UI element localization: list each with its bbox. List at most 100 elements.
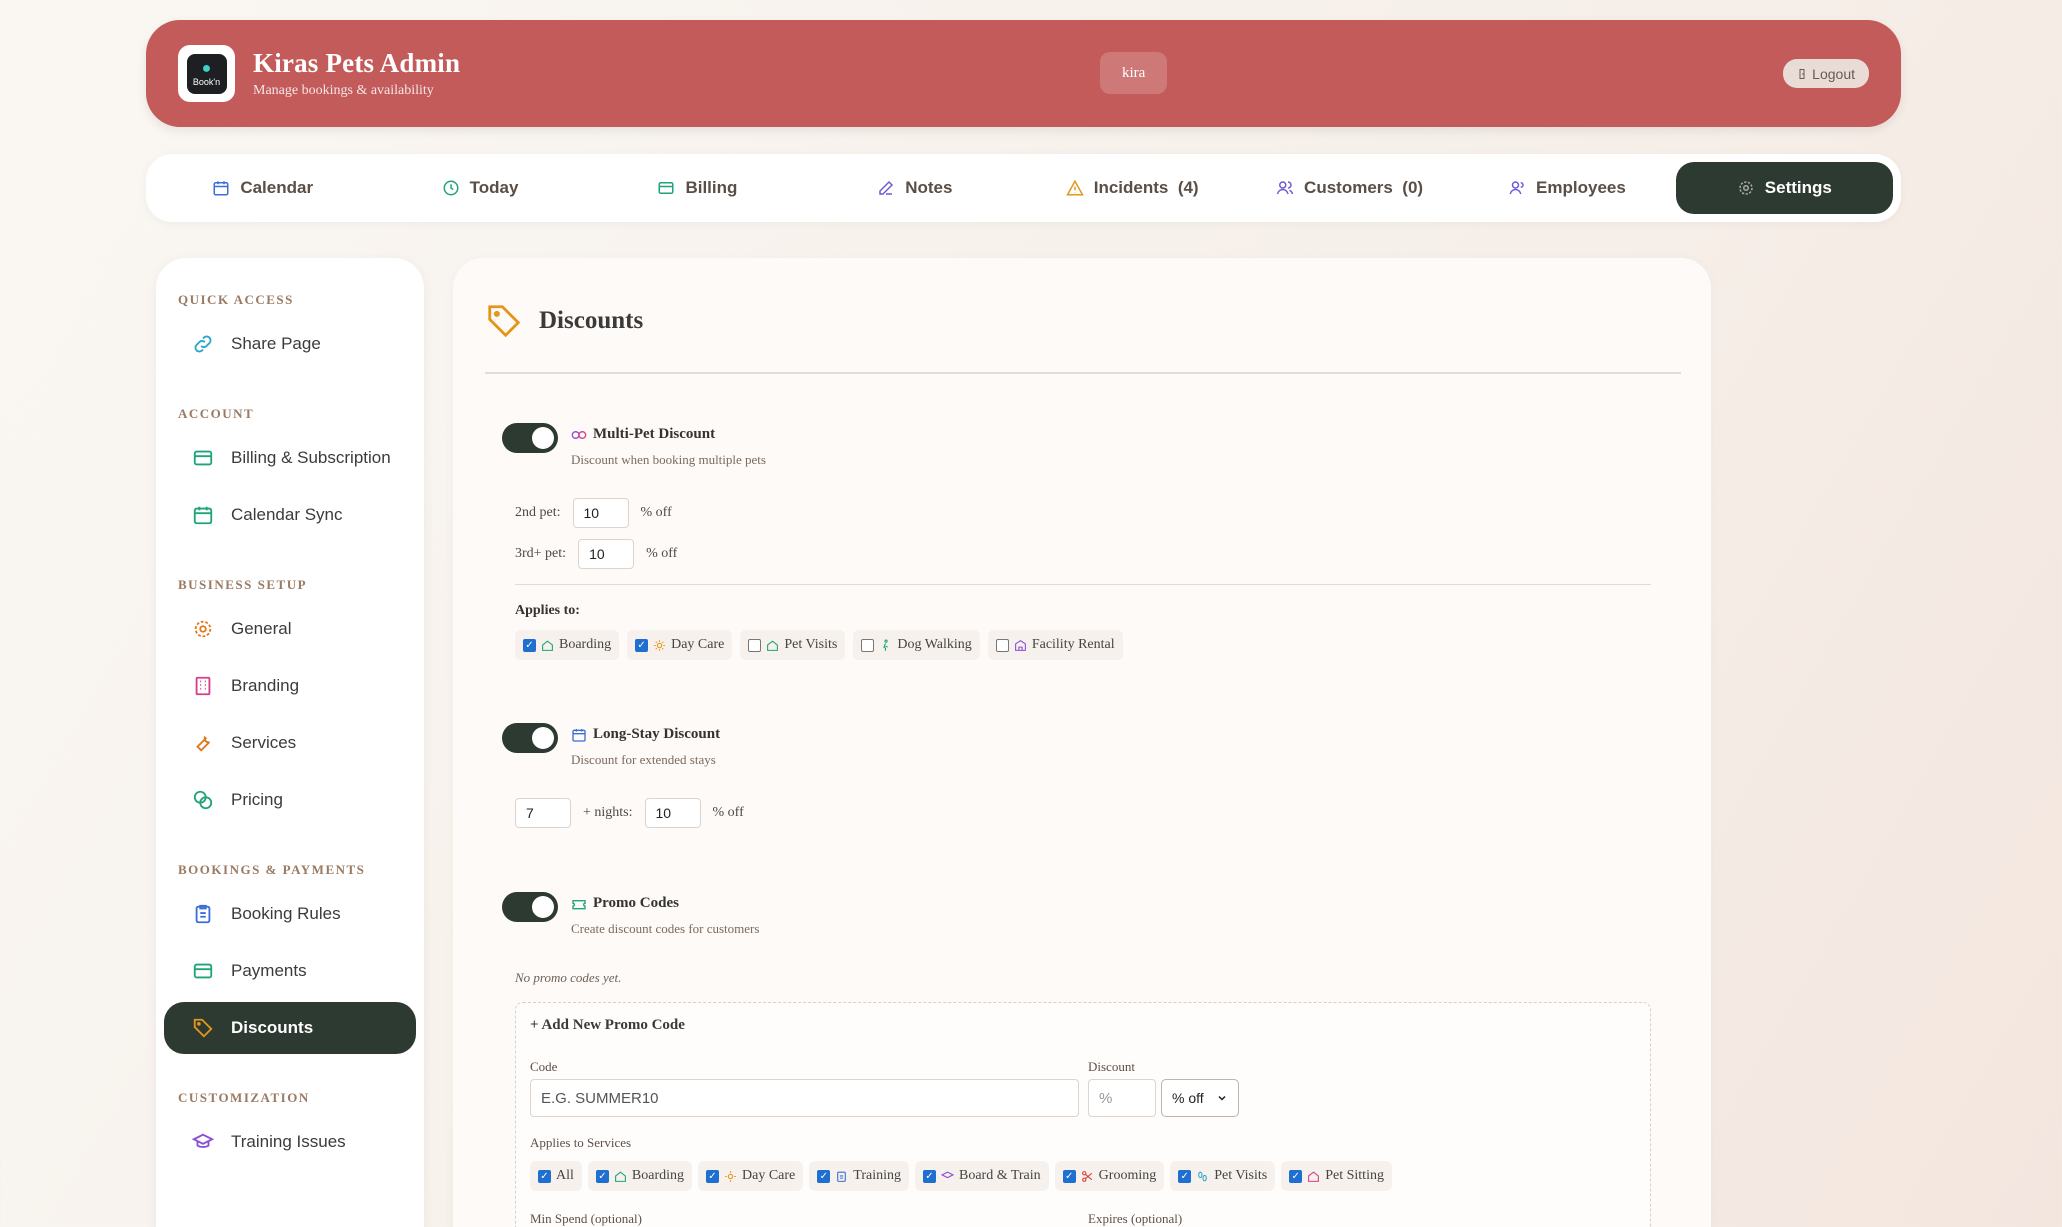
tag-icon — [193, 1018, 213, 1038]
checkbox[interactable]: ✓ — [922, 1169, 936, 1183]
multi-pet-service-boarding[interactable]: ✓ Boarding — [515, 630, 620, 660]
paw-icon: ● — [201, 59, 212, 77]
promo-service-pet-visits[interactable]: ✓ Pet Visits — [1170, 1161, 1276, 1191]
app-title: Kiras Pets Admin — [253, 48, 461, 78]
section-business-setup: BUSINESS SETUP — [178, 577, 308, 592]
multi-pet-service-dog-walking[interactable]: Dog Walking — [853, 630, 980, 660]
main-nav: Calendar Today Billing Notes Incidents (… — [146, 154, 1901, 222]
sun-icon — [654, 639, 666, 651]
third-pet-row: 3rd+ pet: 10 % off — [515, 539, 677, 569]
tag-icon — [488, 305, 521, 338]
checkbox[interactable]: ✓ — [1178, 1169, 1192, 1183]
sun-icon — [725, 1170, 736, 1182]
sidebar-item-share-page[interactable]: Share Page — [164, 318, 416, 370]
checkbox[interactable]: ✓ — [595, 1169, 609, 1183]
promo-service-day-care[interactable]: ✓ Day Care — [698, 1161, 804, 1191]
user-icon — [1509, 181, 1524, 195]
sidebar-item-billing-subscription[interactable]: Billing & Subscription — [164, 432, 416, 484]
logout-button[interactable]: Logout — [1783, 59, 1869, 88]
checkbox[interactable]: ✓ — [635, 638, 649, 652]
sidebar-item-payments[interactable]: Payments — [164, 945, 416, 997]
nav-tab-customers[interactable]: Customers (0) — [1241, 162, 1458, 214]
sidebar-item-booking-rules[interactable]: Booking Rules — [164, 888, 416, 940]
promo-codes-toggle[interactable] — [502, 892, 558, 922]
nav-tab-today[interactable]: Today — [371, 162, 588, 214]
promo-service-boarding[interactable]: ✓ Boarding — [587, 1161, 692, 1191]
promo-service-board-train[interactable]: ✓ Board & Train — [914, 1161, 1049, 1191]
long-stay-nights-input[interactable]: 7 — [515, 798, 571, 828]
checkbox[interactable]: ✓ — [1289, 1169, 1303, 1183]
checkbox[interactable] — [861, 638, 875, 652]
sidebar-item-general[interactable]: General — [164, 603, 416, 655]
applies-services-label: Applies to Services — [530, 1135, 632, 1150]
sidebar-item-services[interactable]: Services — [164, 717, 416, 769]
promo-discount-input[interactable]: % — [1088, 1079, 1156, 1117]
app-header: ● Book'n Kiras Pets Admin Manage booking… — [146, 20, 1901, 127]
long-stay-discount-input[interactable]: 10 — [644, 798, 701, 828]
scissors-icon — [1081, 1170, 1092, 1182]
sidebar-item-calendar-sync[interactable]: Calendar Sync — [164, 489, 416, 541]
section-quick-access: QUICK ACCESS — [178, 292, 294, 307]
checkbox[interactable]: ✓ — [1062, 1169, 1076, 1183]
sidebar-item-pricing[interactable]: Pricing — [164, 774, 416, 826]
card-icon — [193, 450, 213, 466]
second-pet-input[interactable]: 10 — [572, 498, 629, 528]
house-icon — [614, 1170, 626, 1182]
long-stay-subtitle: Discount for extended stays — [571, 752, 716, 767]
promo-codes-heading: Promo Codes — [571, 895, 679, 912]
third-pet-input[interactable]: 10 — [578, 539, 635, 569]
add-promo-title: + Add New Promo Code — [530, 1017, 685, 1033]
promo-code-input[interactable]: E.G. SUMMER10 — [530, 1079, 1079, 1117]
multi-pet-service-pet-visits[interactable]: Pet Visits — [740, 630, 846, 660]
promo-empty-state: No promo codes yet. — [515, 970, 622, 985]
discount-label: Discount — [1088, 1059, 1135, 1074]
long-stay-heading: Long-Stay Discount — [571, 726, 720, 743]
multi-pet-subtitle: Discount when booking multiple pets — [571, 452, 766, 467]
nav-tab-settings[interactable]: Settings — [1675, 162, 1893, 214]
section-customization: CUSTOMIZATION — [178, 1090, 310, 1105]
checkbox[interactable]: ✓ — [817, 1169, 831, 1183]
sidebar-item-discounts[interactable]: Discounts — [164, 1002, 416, 1054]
promo-service-all[interactable]: ✓ All — [530, 1161, 582, 1191]
checkbox[interactable] — [995, 638, 1009, 652]
checkbox[interactable] — [748, 638, 762, 652]
page-title: Discounts — [485, 302, 643, 340]
link-icon — [194, 335, 212, 353]
promo-service-pet-sitting[interactable]: ✓ Pet Sitting — [1281, 1161, 1392, 1191]
long-stay-toggle[interactable] — [502, 723, 558, 753]
sidebar-item-training-issues[interactable]: Training Issues — [164, 1116, 416, 1168]
checkbox[interactable]: ✓ — [523, 638, 536, 652]
checkbox[interactable]: ✓ — [706, 1169, 719, 1183]
discounts-panel: Discounts Multi-Pet Discount Discount wh… — [453, 258, 1711, 1227]
multi-pet-service-facility-rental[interactable]: Facility Rental — [987, 630, 1123, 660]
building-icon — [195, 676, 211, 696]
promo-service-training[interactable]: ✓ Training — [809, 1161, 909, 1191]
user-chip[interactable]: kira — [1100, 52, 1168, 94]
expires-label: Expires (optional) — [1088, 1211, 1183, 1226]
footprints-icon — [1198, 1171, 1208, 1181]
discount-type-select[interactable]: % off — [1161, 1079, 1239, 1117]
multi-pet-service-day-care[interactable]: ✓ Day Care — [627, 630, 733, 660]
card-icon — [193, 963, 213, 979]
sidebar-item-branding[interactable]: Branding — [164, 660, 416, 712]
multi-pet-toggle[interactable] — [502, 423, 558, 453]
promo-services: ✓ All ✓ Boarding ✓ Day Care ✓ Training ✓ — [530, 1161, 1392, 1191]
logo-text: Book'n — [192, 76, 221, 87]
nav-tab-notes[interactable]: Notes — [806, 162, 1023, 214]
checkbox[interactable]: ✓ — [538, 1169, 551, 1183]
nav-tab-billing[interactable]: Billing — [589, 162, 806, 214]
multi-pet-divider — [515, 584, 1651, 585]
nav-tab-incidents[interactable]: Incidents (4) — [1024, 162, 1241, 214]
building-icon — [1014, 639, 1026, 651]
promo-service-grooming[interactable]: ✓ Grooming — [1054, 1161, 1165, 1191]
applies-to-label: Applies to: — [515, 603, 580, 618]
nav-tab-calendar[interactable]: Calendar — [154, 162, 371, 214]
calendar-icon — [572, 728, 586, 742]
second-pet-row: 2nd pet: 10 % off — [515, 498, 672, 528]
clipboard-icon — [837, 1171, 847, 1182]
gear-icon — [1739, 181, 1753, 195]
users-icon — [1276, 181, 1294, 195]
card-icon — [658, 182, 674, 194]
section-bookings-payments: BOOKINGS & PAYMENTS — [178, 862, 366, 877]
nav-tab-employees[interactable]: Employees — [1458, 162, 1675, 214]
